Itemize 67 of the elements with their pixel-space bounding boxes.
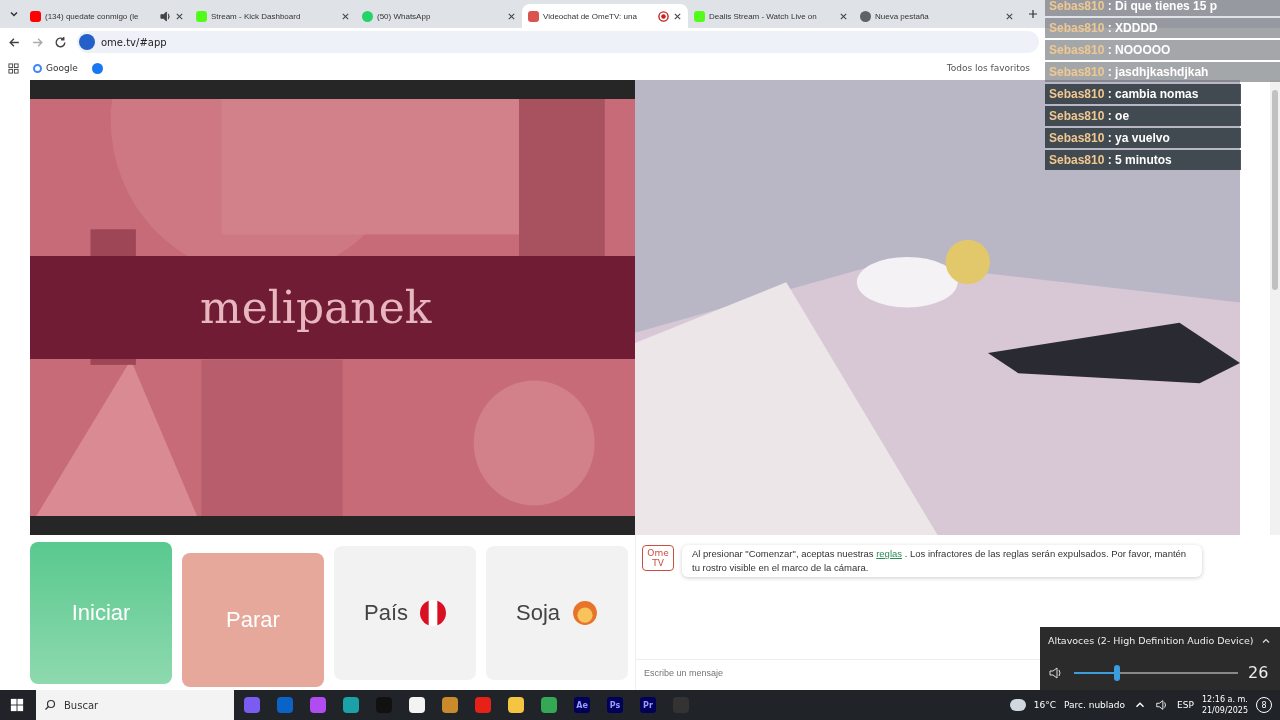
browser-tab[interactable]: Dealis Stream - Watch Live on (688, 4, 854, 28)
favorites-link[interactable]: Todos los favoritos (946, 63, 1030, 73)
browser-tab[interactable]: (50) WhatsApp (356, 4, 522, 28)
browser-tab[interactable]: Stream - Kick Dashboard (190, 4, 356, 28)
stream-chat-message: Sebas810 : jasdhjkashdjkah (1045, 62, 1280, 82)
woman-icon (572, 599, 598, 626)
rules-link[interactable]: reglas (876, 548, 903, 559)
speaker-icon[interactable] (1048, 664, 1064, 681)
app-icon[interactable]: Ae (574, 697, 590, 713)
stream-chat-message: Sebas810 : NOOOOO (1045, 40, 1280, 60)
rules-notice: Al presionar "Comenzar", aceptas nuestras reglas . Los infractores de las reglas serán expulsados. Por favor, mantén tu rostro visible en el marco de la cámara. (682, 545, 1202, 577)
device-name: Altavoces (2- High Definition Audio Device) (1048, 635, 1254, 647)
close-icon[interactable] (507, 11, 516, 21)
taskbar-search-field[interactable]: Buscar (36, 690, 234, 720)
stream-chat-message: Sebas810 : Di que tienes 15 p (1045, 0, 1280, 16)
new-tab-icon[interactable] (1028, 9, 1038, 19)
windows-start-icon[interactable] (10, 698, 24, 712)
browser-tab[interactable]: (134) quedate conmigo (le (24, 4, 190, 28)
close-icon[interactable] (175, 11, 184, 21)
channel-name: melipanek (200, 282, 432, 333)
temperature: 16°C (1033, 700, 1056, 710)
tab-favicon-icon (528, 10, 539, 22)
close-icon[interactable] (673, 11, 682, 21)
stream-chat-message: Sebas810 : ya vuelvo (1045, 128, 1241, 148)
control-button[interactable]: País (334, 545, 476, 680)
close-icon[interactable] (839, 11, 848, 21)
weather-text: Parc. nublado (1064, 700, 1126, 710)
stream-chat-message: Sebas810 : oe (1045, 106, 1241, 126)
flag-icon (420, 599, 446, 626)
control-button[interactable]: Soja (486, 545, 628, 680)
reload-icon[interactable] (54, 35, 67, 49)
stream-chat-message: Sebas810 : 5 minutos (1045, 150, 1241, 170)
browser-tab[interactable]: Nueva pestaña (854, 4, 1020, 28)
app-icon[interactable] (310, 697, 326, 713)
tab-favicon-icon (694, 10, 705, 22)
close-icon[interactable] (1005, 11, 1014, 21)
address-field[interactable]: ome.tv/#app (77, 31, 1039, 53)
app-icon[interactable]: Pr (640, 697, 656, 713)
app-icon[interactable] (409, 697, 425, 713)
apps-grid-icon[interactable] (8, 62, 19, 74)
app-icon[interactable] (244, 697, 260, 713)
camera-icon (79, 34, 95, 50)
bookmark-link[interactable]: Google (33, 63, 78, 73)
app-icon[interactable] (508, 697, 524, 713)
tab-favicon-icon (860, 10, 871, 22)
close-icon[interactable] (341, 11, 350, 21)
clock[interactable]: 12:16 a. m. 21/09/2025 (1201, 694, 1248, 716)
weather-icon (1009, 699, 1026, 711)
tab-favicon-icon (30, 10, 41, 22)
ometv-logo: Ome TV (642, 545, 674, 571)
stream-chat-message: Sebas810 : cambia nomas (1045, 84, 1241, 104)
tab-favicon-icon (196, 10, 207, 22)
app-icon[interactable] (475, 697, 491, 713)
language-indicator[interactable]: ESP (1177, 700, 1194, 710)
search-icon (44, 699, 56, 711)
app-icon[interactable] (541, 697, 557, 713)
speaker-icon[interactable] (160, 10, 171, 22)
back-icon[interactable] (8, 35, 21, 49)
slider-thumb[interactable] (1113, 664, 1120, 681)
browser-tab[interactable]: Videochat de OmeTV: una (522, 4, 688, 28)
tab-favicon-icon (362, 10, 373, 22)
volume-reading: 26 (1248, 663, 1270, 682)
facebook-icon[interactable] (91, 62, 103, 74)
app-icon[interactable] (442, 697, 458, 713)
stream-chat-message: Sebas810 : XDDDD (1045, 18, 1280, 38)
app-icon[interactable] (343, 697, 359, 713)
app-icon[interactable]: Ps (607, 697, 623, 713)
